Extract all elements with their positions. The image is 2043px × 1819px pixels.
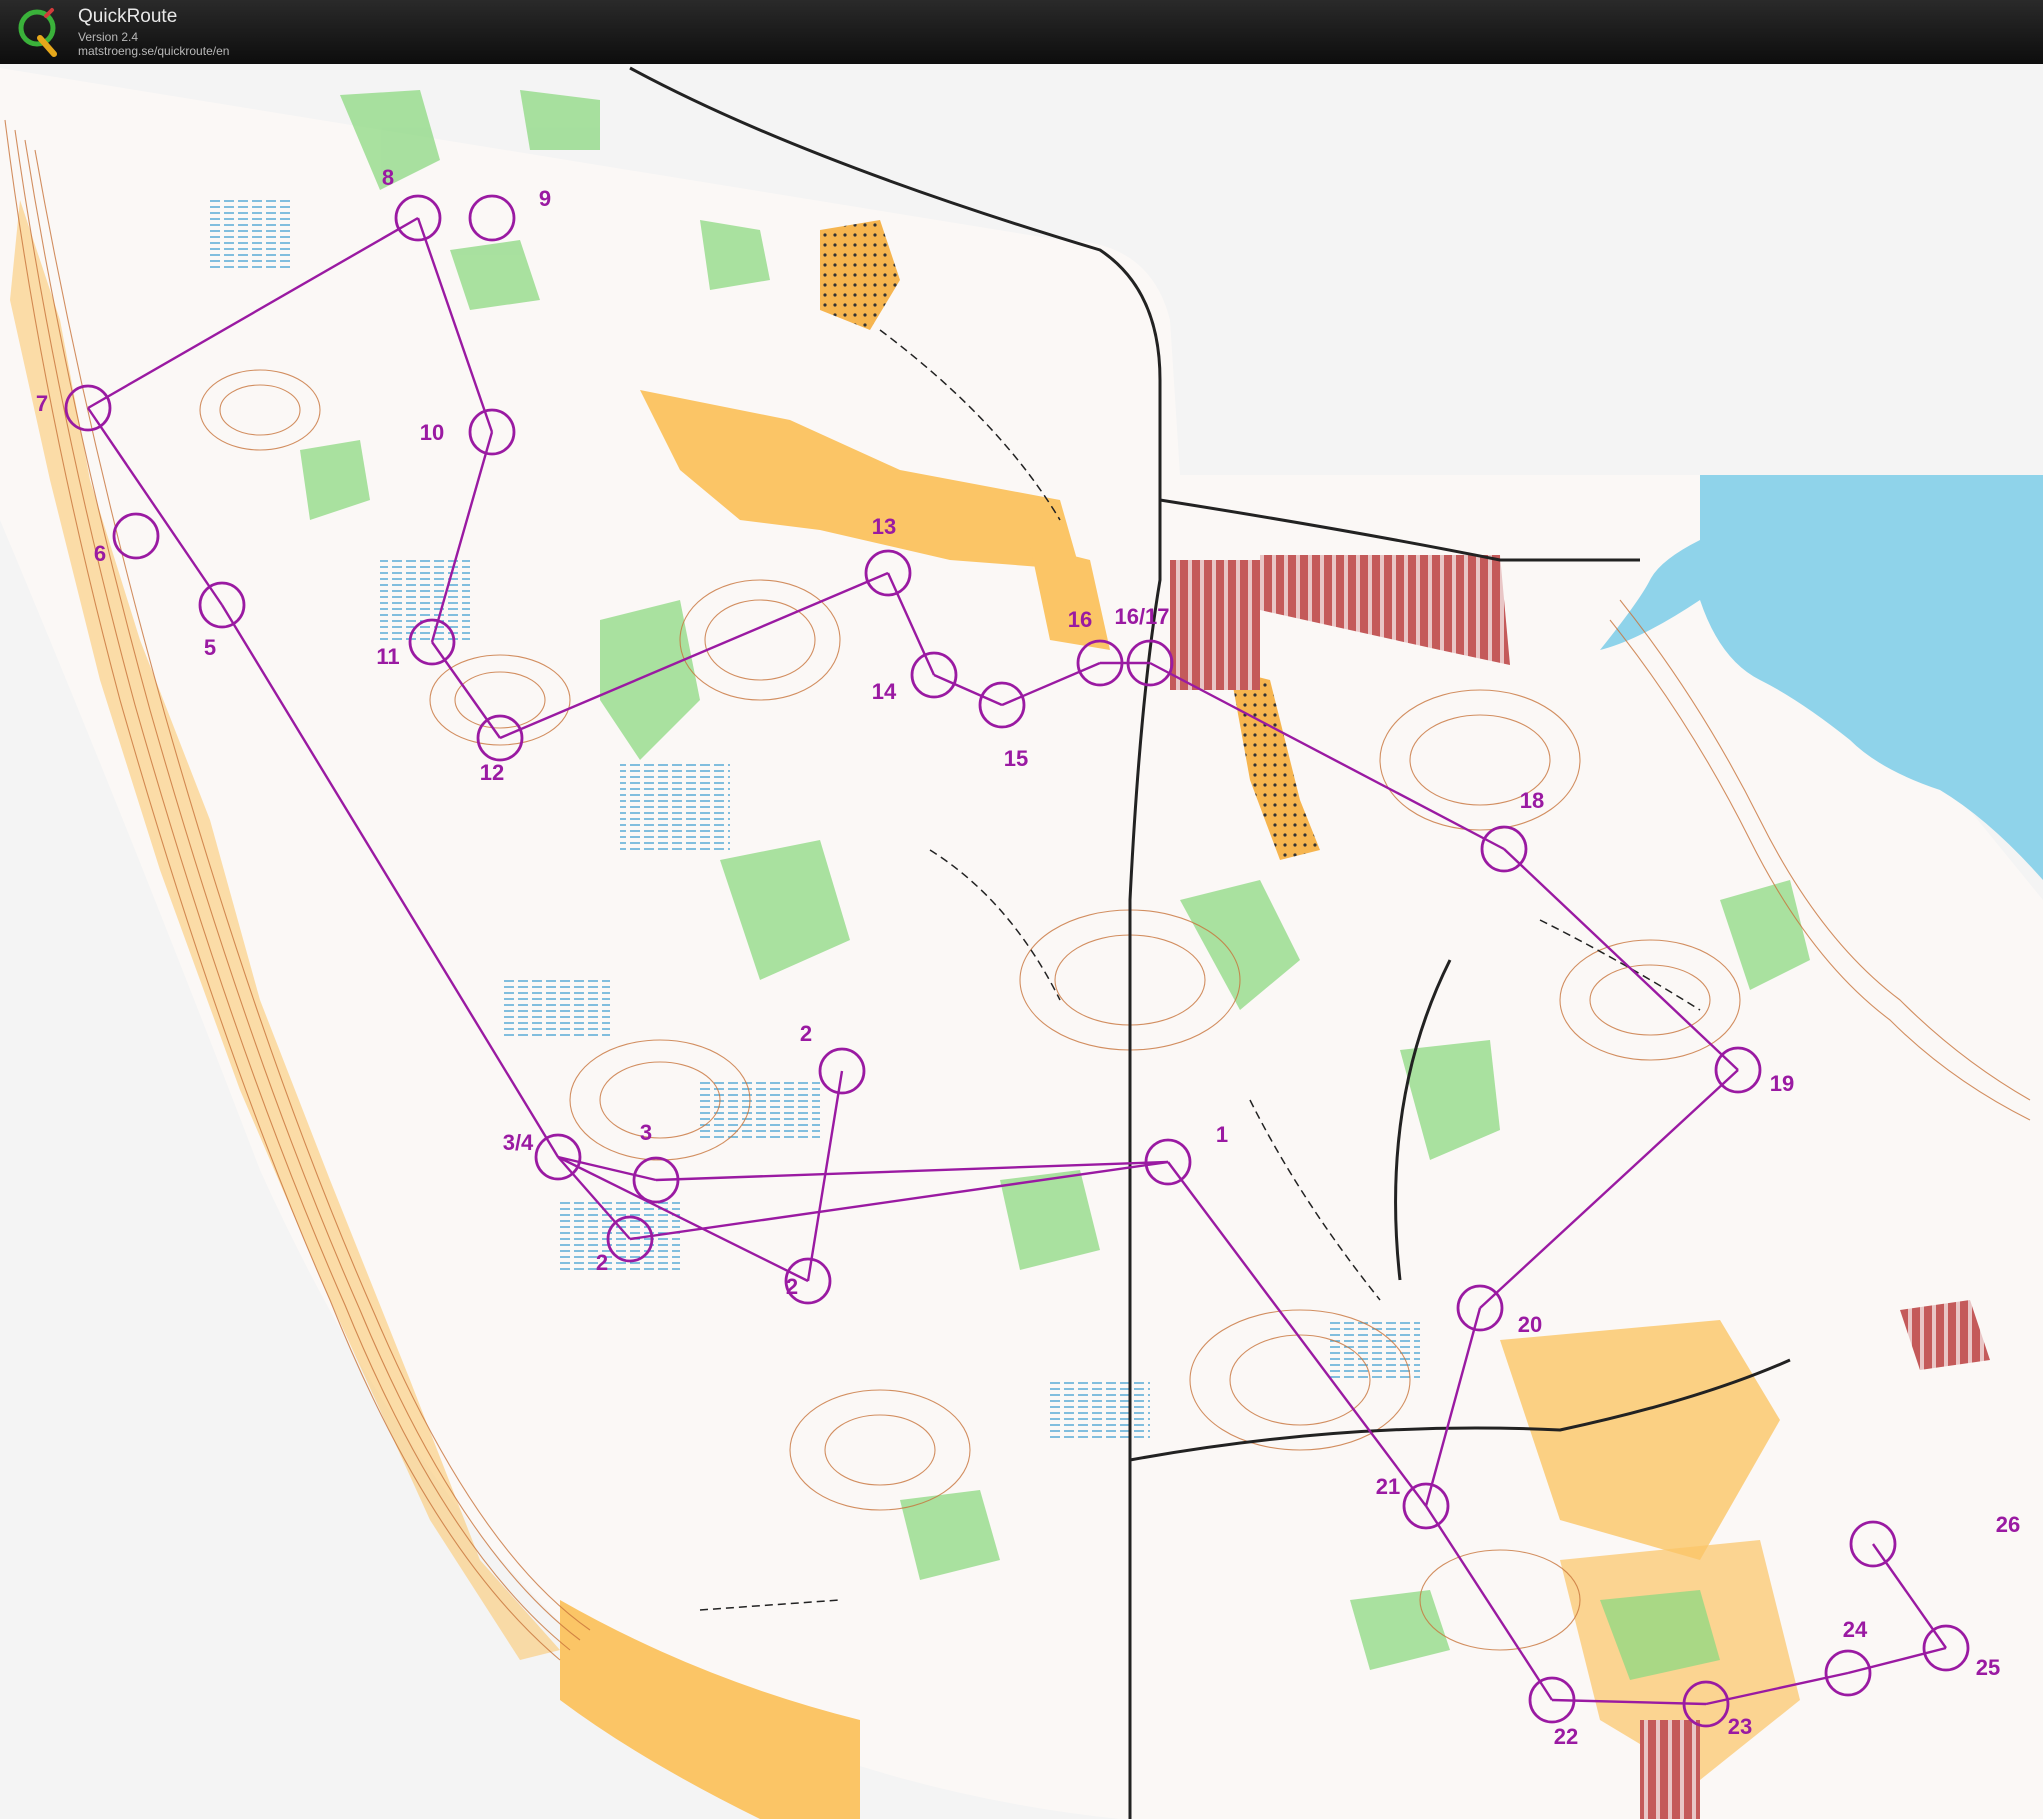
settlement-area xyxy=(1170,560,1260,690)
control-label: 15 xyxy=(1004,746,1028,771)
control-label: 19 xyxy=(1770,1071,1794,1096)
control-label: 8 xyxy=(382,165,394,190)
control-label: 25 xyxy=(1976,1655,2000,1680)
control-label: 18 xyxy=(1520,788,1544,813)
control-label: 7 xyxy=(36,391,48,416)
control-label: 2 xyxy=(786,1274,798,1299)
control-label: 3/4 xyxy=(503,1130,534,1155)
control-label: 26 xyxy=(1996,1512,2020,1537)
control-label: 16/17 xyxy=(1114,604,1169,629)
title-bar: QuickRoute Version 2.4 matstroeng.se/qui… xyxy=(0,0,2043,64)
control-label: 10 xyxy=(420,420,444,445)
app-version: Version 2.4 xyxy=(78,30,139,44)
control-label: 23 xyxy=(1728,1714,1752,1739)
control-label: 12 xyxy=(480,760,504,785)
control-label: 16 xyxy=(1068,607,1092,632)
control-label: 6 xyxy=(94,541,106,566)
settlement-area xyxy=(1640,1720,1700,1819)
control-label: 20 xyxy=(1518,1312,1542,1337)
control-label: 14 xyxy=(872,679,897,704)
control-label: 3 xyxy=(640,1120,652,1145)
app-url[interactable]: matstroeng.se/quickroute/en xyxy=(78,44,229,58)
control-label: 2 xyxy=(800,1021,812,1046)
control-label: 24 xyxy=(1843,1617,1868,1642)
control-label: 11 xyxy=(376,644,399,669)
app-title: QuickRoute xyxy=(78,6,178,27)
control-label: 9 xyxy=(539,186,551,211)
control-label: 22 xyxy=(1554,1724,1578,1749)
control-label: 1 xyxy=(1216,1122,1228,1147)
control-label: 21 xyxy=(1376,1474,1400,1499)
control-label: 13 xyxy=(872,514,896,539)
orienteering-map[interactable]: 1233/4225678910111213141516 16/1718192021… xyxy=(0,64,2043,1819)
quickroute-logo-icon xyxy=(18,8,57,57)
control-label: 5 xyxy=(204,635,216,660)
control-label: 2 xyxy=(596,1250,608,1275)
